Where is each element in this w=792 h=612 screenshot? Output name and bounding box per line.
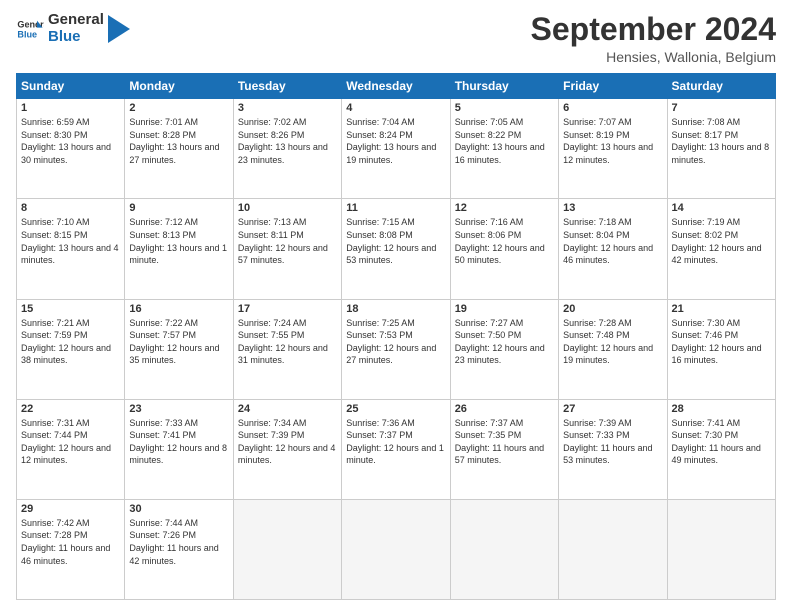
day-17: 17 Sunrise: 7:24 AMSunset: 7:55 PMDaylig… [233, 299, 341, 399]
empty-cell-4 [559, 499, 667, 599]
day-6: 6 Sunrise: 7:07 AMSunset: 8:19 PMDayligh… [559, 99, 667, 199]
calendar-table: Sunday Monday Tuesday Wednesday Thursday… [16, 73, 776, 600]
day-4: 4 Sunrise: 7:04 AMSunset: 8:24 PMDayligh… [342, 99, 450, 199]
header-saturday: Saturday [667, 74, 775, 99]
week-row-2: 8 Sunrise: 7:10 AMSunset: 8:15 PMDayligh… [17, 199, 776, 299]
day-3: 3 Sunrise: 7:02 AMSunset: 8:26 PMDayligh… [233, 99, 341, 199]
day-21: 21 Sunrise: 7:30 AMSunset: 7:46 PMDaylig… [667, 299, 775, 399]
header-tuesday: Tuesday [233, 74, 341, 99]
day-15: 15 Sunrise: 7:21 AMSunset: 7:59 PMDaylig… [17, 299, 125, 399]
month-title: September 2024 [531, 12, 776, 47]
location-subtitle: Hensies, Wallonia, Belgium [531, 49, 776, 65]
svg-text:Blue: Blue [17, 29, 37, 39]
header-thursday: Thursday [450, 74, 558, 99]
empty-cell-2 [342, 499, 450, 599]
week-row-3: 15 Sunrise: 7:21 AMSunset: 7:59 PMDaylig… [17, 299, 776, 399]
page: General Blue General Blue September 2024… [0, 0, 792, 612]
day-11: 11 Sunrise: 7:15 AMSunset: 8:08 PMDaylig… [342, 199, 450, 299]
day-28: 28 Sunrise: 7:41 AMSunset: 7:30 PMDaylig… [667, 399, 775, 499]
day-27: 27 Sunrise: 7:39 AMSunset: 7:33 PMDaylig… [559, 399, 667, 499]
logo-general: General [48, 12, 104, 29]
day-7: 7 Sunrise: 7:08 AMSunset: 8:17 PMDayligh… [667, 99, 775, 199]
logo-icon: General Blue [16, 15, 44, 43]
header-friday: Friday [559, 74, 667, 99]
logo-triangle-icon [108, 15, 130, 43]
day-18: 18 Sunrise: 7:25 AMSunset: 7:53 PMDaylig… [342, 299, 450, 399]
day-14: 14 Sunrise: 7:19 AMSunset: 8:02 PMDaylig… [667, 199, 775, 299]
logo-blue: Blue [48, 29, 104, 46]
day-16: 16 Sunrise: 7:22 AMSunset: 7:57 PMDaylig… [125, 299, 233, 399]
day-19: 19 Sunrise: 7:27 AMSunset: 7:50 PMDaylig… [450, 299, 558, 399]
header-row: Sunday Monday Tuesday Wednesday Thursday… [17, 74, 776, 99]
week-row-4: 22 Sunrise: 7:31 AMSunset: 7:44 PMDaylig… [17, 399, 776, 499]
day-9: 9 Sunrise: 7:12 AMSunset: 8:13 PMDayligh… [125, 199, 233, 299]
header-monday: Monday [125, 74, 233, 99]
day-13: 13 Sunrise: 7:18 AMSunset: 8:04 PMDaylig… [559, 199, 667, 299]
day-2: 2 Sunrise: 7:01 AMSunset: 8:28 PMDayligh… [125, 99, 233, 199]
header-wednesday: Wednesday [342, 74, 450, 99]
day-25: 25 Sunrise: 7:36 AMSunset: 7:37 PMDaylig… [342, 399, 450, 499]
day-20: 20 Sunrise: 7:28 AMSunset: 7:48 PMDaylig… [559, 299, 667, 399]
day-29: 29 Sunrise: 7:42 AMSunset: 7:28 PMDaylig… [17, 499, 125, 599]
day-1: 1 Sunrise: 6:59 AMSunset: 8:30 PMDayligh… [17, 99, 125, 199]
day-30: 30 Sunrise: 7:44 AMSunset: 7:26 PMDaylig… [125, 499, 233, 599]
week-row-5: 29 Sunrise: 7:42 AMSunset: 7:28 PMDaylig… [17, 499, 776, 599]
header: General Blue General Blue September 2024… [16, 12, 776, 65]
empty-cell-5 [667, 499, 775, 599]
title-block: September 2024 Hensies, Wallonia, Belgiu… [531, 12, 776, 65]
logo: General Blue General Blue [16, 12, 130, 45]
day-24: 24 Sunrise: 7:34 AMSunset: 7:39 PMDaylig… [233, 399, 341, 499]
day-23: 23 Sunrise: 7:33 AMSunset: 7:41 PMDaylig… [125, 399, 233, 499]
day-5: 5 Sunrise: 7:05 AMSunset: 8:22 PMDayligh… [450, 99, 558, 199]
header-sunday: Sunday [17, 74, 125, 99]
week-row-1: 1 Sunrise: 6:59 AMSunset: 8:30 PMDayligh… [17, 99, 776, 199]
empty-cell-3 [450, 499, 558, 599]
day-26: 26 Sunrise: 7:37 AMSunset: 7:35 PMDaylig… [450, 399, 558, 499]
day-8: 8 Sunrise: 7:10 AMSunset: 8:15 PMDayligh… [17, 199, 125, 299]
day-12: 12 Sunrise: 7:16 AMSunset: 8:06 PMDaylig… [450, 199, 558, 299]
empty-cell-1 [233, 499, 341, 599]
day-22: 22 Sunrise: 7:31 AMSunset: 7:44 PMDaylig… [17, 399, 125, 499]
day-10: 10 Sunrise: 7:13 AMSunset: 8:11 PMDaylig… [233, 199, 341, 299]
